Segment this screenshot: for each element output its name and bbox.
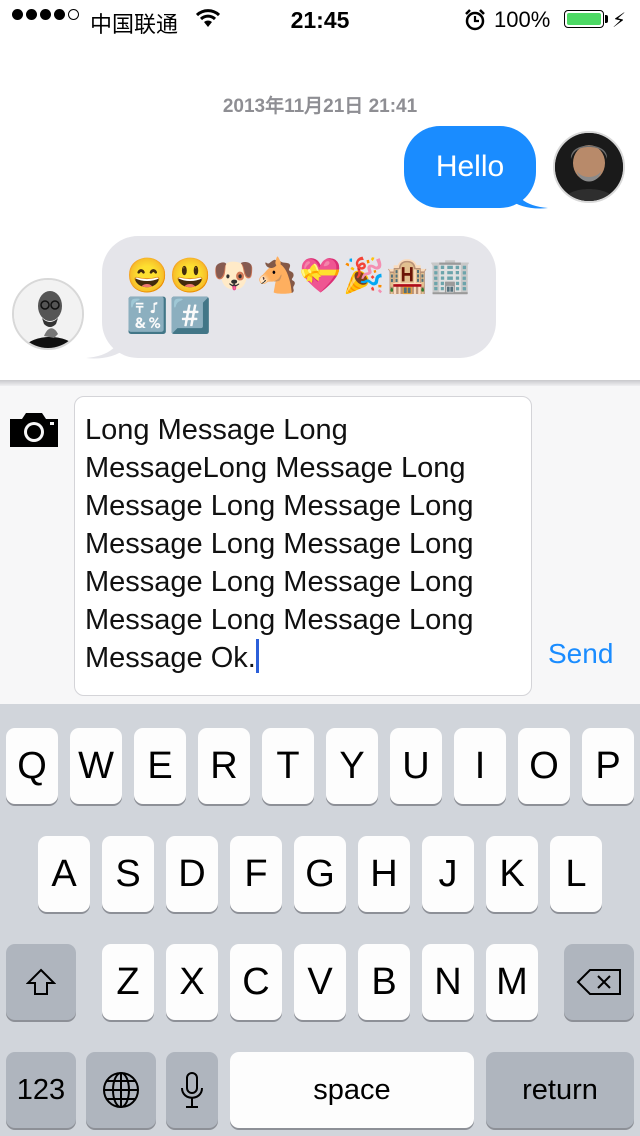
key-d[interactable]: D [166,836,218,912]
numbers-key[interactable]: 123 [6,1052,76,1128]
key-x[interactable]: X [166,944,218,1020]
key-j[interactable]: J [422,836,474,912]
key-f[interactable]: F [230,836,282,912]
key-s[interactable]: S [102,836,154,912]
message-input-text: Long Message Long MessageLong Message Lo… [85,414,474,674]
key-c[interactable]: C [230,944,282,1020]
status-bar: 中国联通 21:45 100% ⚡︎ [0,0,640,40]
globe-key[interactable] [86,1052,156,1128]
outgoing-message-text: Hello [435,150,505,183]
incoming-message-bubble[interactable]: 😄😃🐶🐴💝🎉🏨🏢 🔣#️⃣ [102,236,496,358]
key-p[interactable]: P [582,728,634,804]
person-photo-icon [555,133,623,201]
key-a[interactable]: A [38,836,90,912]
delete-icon [576,969,621,995]
key-o[interactable]: O [518,728,570,804]
key-q[interactable]: Q [6,728,58,804]
key-n[interactable]: N [422,944,474,1020]
outgoing-message-bubble[interactable]: Hello [404,126,536,208]
key-z[interactable]: Z [102,944,154,1020]
key-k[interactable]: K [486,836,538,912]
key-t[interactable]: T [262,728,314,804]
key-r[interactable]: R [198,728,250,804]
alarm-clock-icon [465,9,485,31]
battery-percentage: 100% [494,7,551,32]
return-key[interactable]: return [486,1052,634,1128]
emoji-line-2: 🔣#️⃣ [126,297,213,335]
emoji-line-1: 😄😃🐶🐴💝🎉🏨🏢 [126,257,473,295]
key-i[interactable]: I [454,728,506,804]
keyboard: 123 space return QWERTYUIOP ASDFGHJKL ZXCV… [0,704,640,1136]
camera-icon[interactable] [8,411,60,449]
globe-icon [103,1072,139,1108]
key-y[interactable]: Y [326,728,378,804]
key-w[interactable]: W [70,728,122,804]
battery-tip [605,15,608,23]
microphone-icon [181,1072,203,1108]
key-m[interactable]: M [486,944,538,1020]
key-b[interactable]: B [358,944,410,1020]
shift-icon [26,968,56,995]
key-g[interactable]: G [294,836,346,912]
key-l[interactable]: L [550,836,602,912]
message-timestamp: 2013年11月21日 21:41 [222,96,418,117]
send-button[interactable]: Send [548,638,613,670]
text-caret [255,639,259,673]
key-u[interactable]: U [390,728,442,804]
message-input[interactable]: Long Message Long MessageLong Message Lo… [74,396,532,696]
person-photo-icon [14,280,82,348]
key-v[interactable]: V [294,944,346,1020]
key-e[interactable]: E [134,728,186,804]
delete-key[interactable] [564,944,634,1020]
avatar-contact[interactable] [12,278,84,350]
shift-key[interactable] [6,944,76,1020]
charging-bolt-icon: ⚡︎ [612,10,627,32]
key-h[interactable]: H [358,836,410,912]
battery-icon [564,10,604,28]
dictation-key[interactable] [166,1052,218,1128]
avatar-me[interactable] [553,131,625,203]
space-key[interactable]: space [230,1052,474,1128]
